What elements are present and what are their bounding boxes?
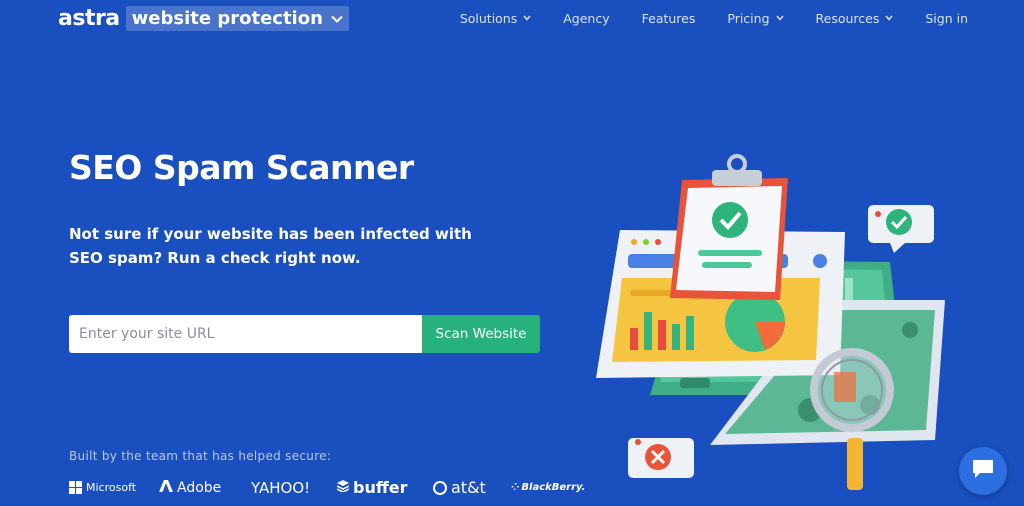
nav-sign-in-label: Sign in	[925, 11, 968, 26]
nav-links: Solutions Agency Features Pricing Resour…	[460, 11, 968, 26]
hero-illustration	[590, 150, 970, 490]
logo-buffer-text: buffer	[353, 478, 408, 497]
chevron-down-icon	[523, 14, 531, 24]
nav-features-label: Features	[641, 11, 696, 26]
scanner-illustration	[596, 154, 945, 490]
logo-yahoo: YAHOO!	[251, 479, 337, 497]
trust-text: Built by the team that has helped secure…	[69, 449, 332, 463]
logo-att: at&t	[433, 478, 511, 497]
logo-buffer: buffer	[336, 478, 433, 497]
brand-name: astra	[58, 6, 120, 31]
hero-subtitle: Not sure if your website has been infect…	[69, 225, 472, 267]
nav-resources-label: Resources	[815, 11, 880, 26]
logo-microsoft: Microsoft	[69, 481, 159, 494]
chat-button[interactable]	[959, 447, 1007, 495]
nav-pricing[interactable]: Pricing	[727, 11, 784, 26]
nav-features[interactable]: Features	[642, 11, 696, 26]
windows-icon	[69, 481, 82, 494]
nav-solutions[interactable]: Solutions	[460, 11, 531, 26]
nav-agency-label: Agency	[563, 11, 610, 26]
magnifier-icon	[810, 348, 894, 490]
top-navigation: astra website protection Solutions Agenc…	[0, 0, 1024, 38]
logo-blackberry: ⁘ BlackBerry.	[511, 482, 585, 493]
chat-bubble-icon	[971, 458, 995, 485]
logo-att-text: at&t	[451, 478, 486, 497]
page-title: SEO Spam Scanner	[69, 148, 414, 187]
nav-solutions-label: Solutions	[459, 11, 518, 26]
adobe-icon	[159, 479, 173, 496]
nav-agency[interactable]: Agency	[563, 11, 609, 26]
nav-pricing-label: Pricing	[727, 11, 770, 26]
logo-microsoft-text: Microsoft	[86, 481, 137, 494]
chevron-down-icon	[775, 14, 784, 24]
blackberry-icon: ⁘	[511, 482, 519, 493]
logo-adobe: Adobe	[159, 479, 251, 496]
chevron-down-icon	[885, 14, 893, 24]
nav-resources[interactable]: Resources	[816, 11, 894, 26]
logo-blackberry-text: BlackBerry.	[521, 482, 586, 493]
brand-logo[interactable]: astra website protection	[58, 6, 349, 31]
layers-icon	[336, 480, 350, 495]
scan-form: Scan Website	[69, 315, 540, 353]
check-bubble	[868, 205, 934, 253]
error-bubble	[628, 438, 694, 478]
client-logos: Microsoft Adobe YAHOO! buffer at&t ⁘ Bla…	[69, 478, 585, 497]
product-label: website protection	[131, 8, 323, 29]
logo-adobe-text: Adobe	[177, 479, 222, 496]
scan-website-button[interactable]: Scan Website	[422, 315, 540, 353]
chevron-down-icon	[331, 11, 343, 27]
logo-yahoo-text: YAHOO!	[251, 478, 311, 497]
nav-sign-in[interactable]: Sign in	[925, 11, 968, 26]
globe-icon	[433, 480, 447, 495]
site-url-input[interactable]	[69, 315, 422, 353]
clipboard-check	[670, 154, 788, 300]
product-switcher[interactable]: website protection	[125, 6, 349, 31]
